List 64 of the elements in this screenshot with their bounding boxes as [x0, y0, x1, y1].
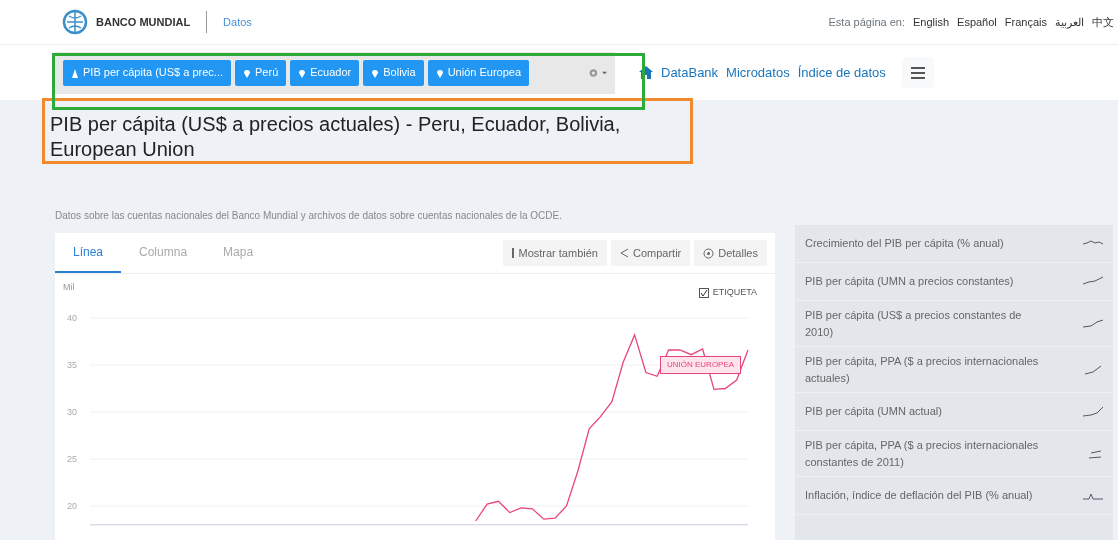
check-icon [699, 288, 708, 297]
logo-text: BANCO MUNDIAL [96, 14, 191, 30]
nav-link[interactable]: Índice de datos [797, 62, 886, 83]
related-indicator[interactable]: Inflación, índice de deflación del PIB (% anual) [795, 477, 1113, 515]
checkbox-label: ETIQUETA [712, 286, 757, 299]
axis-label: Mil [63, 282, 75, 292]
related-indicator-label: PIB per cápita, PPA ($ a precios internacionales actuales) [805, 354, 1040, 386]
related-indicator[interactable]: PIB per cápita (US$ a precios constantes de 2010) [795, 301, 1113, 347]
globe-logo-icon [62, 9, 88, 35]
axis-tick-label: 35 [67, 360, 77, 370]
page-title: PIB per cápita (US$ a precios actuales) - Peru, Ecuador, Bolivia, European Union [50, 112, 622, 162]
related-indicator[interactable]: PIB per cápita (UMN a precios constantes) [795, 263, 1113, 301]
language-link[interactable]: 中文 [1092, 13, 1114, 31]
caret-icon [601, 69, 607, 76]
sparkline-icon [1083, 318, 1103, 329]
filter-chip[interactable]: Ecuador [290, 59, 360, 86]
language-link[interactable]: Español [957, 13, 997, 31]
related-indicator-label: PIB per cápita (UMN a precios constantes) [805, 274, 1014, 290]
language-label: Esta página en: [828, 14, 905, 30]
menu-button[interactable] [901, 57, 934, 88]
related-indicator[interactable]: PIB per cápita, PPA ($ a precios internacionales constantes de 2011) [795, 431, 1113, 477]
chart-tab[interactable]: Línea [55, 233, 122, 273]
related-indicator-label: PIB per cápita, PPA ($ a precios internacionales constantes de 2011) [805, 438, 1040, 470]
related-indicator-label: Inflación, índice de deflación del PIB (% anual) [805, 488, 1033, 504]
location-pin-icon [298, 67, 307, 78]
related-indicator[interactable]: PIB per cápita, PPA ($ a precios internacionales actuales) [795, 347, 1113, 393]
filter-chip[interactable]: Perú [235, 59, 287, 86]
axis-tick-label: 25 [67, 454, 77, 464]
related-indicator-label: PIB per cápita (US$ a precios constantes de 2010) [805, 308, 1023, 340]
location-pin-icon [435, 67, 444, 78]
filter-chip[interactable]: PIB per cápita (US$ a prec... [63, 59, 231, 86]
axis-tick-label: 40 [67, 313, 77, 323]
language-link[interactable]: Français [1004, 13, 1047, 31]
nav-link[interactable]: Microdatos [726, 62, 790, 83]
related-indicator-label: Crecimiento del PIB per cápita (% anual) [805, 236, 1004, 252]
language-link[interactable]: English [912, 13, 950, 31]
info-circle-icon [703, 247, 715, 259]
location-pin-icon [371, 67, 380, 78]
sparkline-icon [1083, 276, 1103, 287]
share-icon [619, 248, 629, 258]
checkbox[interactable] [698, 287, 709, 298]
language-link[interactable]: العربية [1055, 13, 1084, 31]
axis-tick-label: 20 [67, 501, 77, 511]
filter-chip[interactable]: Bolivia [363, 59, 424, 86]
series-label: UNIÓN EUROPEA [660, 356, 742, 374]
source-note: Datos sobre las cuentas nacionales del Banco Mundial y archivos de datos sobre cuentas nacionales de la OCDE. [54, 209, 563, 223]
section-link[interactable]: Datos [223, 13, 252, 31]
label-checkbox[interactable]: ETIQUETA [698, 286, 757, 300]
sparkline-icon [1083, 406, 1103, 417]
location-pin-icon [243, 67, 251, 78]
filter-chip[interactable]: Unión Europea [427, 59, 530, 86]
action-button[interactable]: Mostrar también [503, 239, 607, 267]
related-indicator-label: PIB per cápita (UMN actual) [805, 404, 942, 420]
nav-link[interactable]: DataBank [661, 62, 719, 83]
axis-tick-label: 30 [67, 407, 77, 417]
bar-icon [512, 248, 515, 258]
related-indicator[interactable]: PIB per cápita (UMN actual) [795, 393, 1113, 431]
related-indicator[interactable]: Crecimiento del PIB per cápita (% anual) [795, 225, 1113, 263]
sparkline-icon [1083, 364, 1103, 375]
indicator-icon [71, 67, 79, 78]
menu-icon [910, 67, 925, 80]
home-icon [639, 66, 653, 79]
action-button[interactable]: Detalles [694, 239, 767, 267]
action-button[interactable]: Compartir [610, 239, 691, 267]
